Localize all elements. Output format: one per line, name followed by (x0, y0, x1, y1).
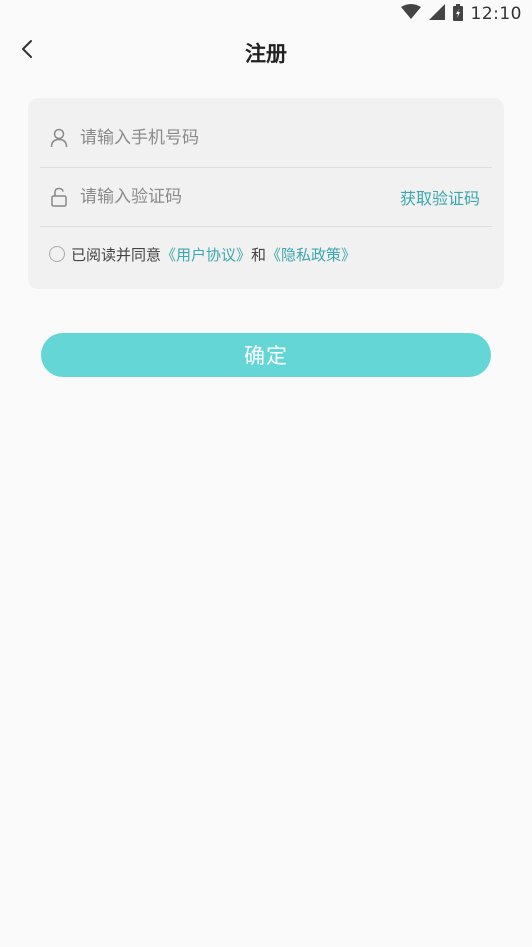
register-form-card: 获取验证码 已阅读并同意 《用户协议》 和 《隐私政策》 (28, 98, 504, 289)
user-agreement-link[interactable]: 《用户协议》 (161, 244, 251, 265)
agreement-prefix: 已阅读并同意 (71, 245, 162, 264)
phone-input[interactable] (80, 118, 492, 158)
status-time: 12:10 (470, 4, 522, 24)
agreement-conjunction: 和 (251, 245, 267, 264)
status-bar: 12:10 (0, 0, 532, 28)
phone-row (40, 109, 492, 168)
lock-icon (48, 186, 70, 208)
get-code-button[interactable]: 获取验证码 (400, 185, 480, 209)
wifi-icon (400, 4, 421, 24)
user-icon (48, 127, 70, 149)
confirm-button[interactable]: 确定 (41, 333, 491, 377)
page-title: 注册 (245, 42, 287, 66)
agreement-row: 已阅读并同意 《用户协议》 和 《隐私政策》 (40, 228, 492, 280)
nav-bar: 注册 (0, 28, 532, 74)
signal-icon (428, 4, 445, 24)
status-icons: 12:10 (400, 3, 523, 25)
code-row: 获取验证码 (40, 168, 492, 227)
privacy-policy-link[interactable]: 《隐私政策》 (266, 244, 356, 265)
code-input[interactable] (80, 177, 400, 217)
agreement-radio[interactable] (49, 246, 65, 262)
battery-icon (452, 3, 463, 25)
